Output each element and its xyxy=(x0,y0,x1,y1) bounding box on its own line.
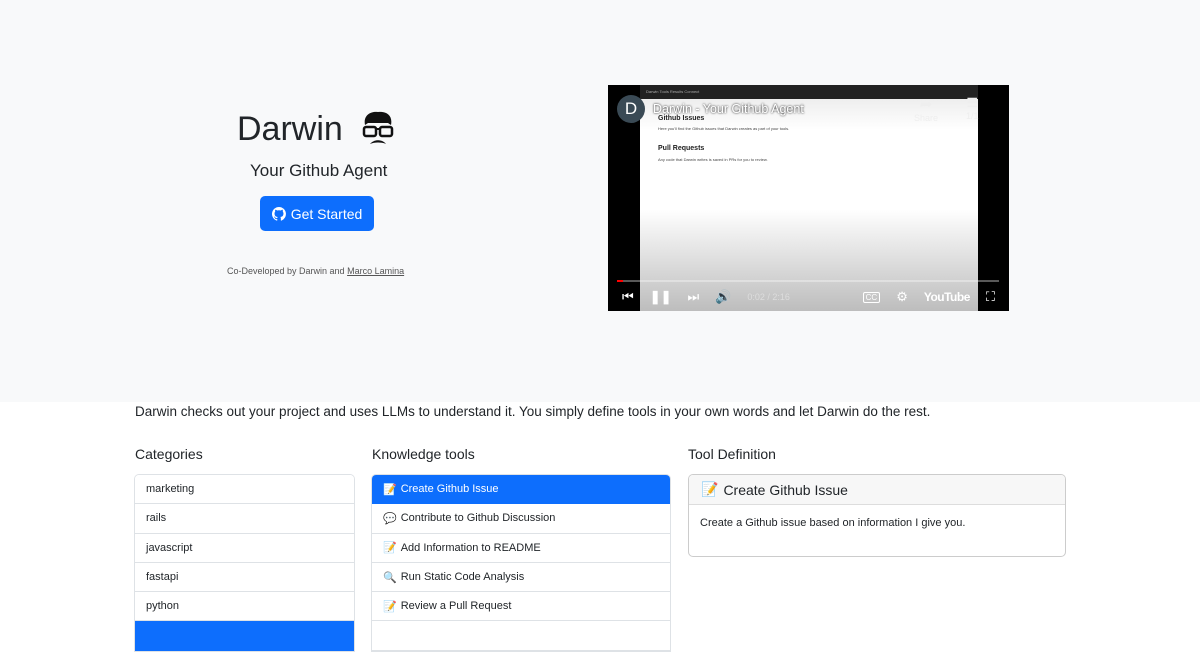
memo-icon: 📝 xyxy=(383,600,397,613)
darwin-logo-icon xyxy=(362,111,394,144)
tool-item[interactable]: 💬 Contribute to Github Discussion xyxy=(372,504,670,534)
speech-bubble-icon: 💬 xyxy=(383,512,397,525)
tool-item[interactable]: 🔍 Run Static Code Analysis xyxy=(372,562,670,593)
youtube-video-player[interactable]: Darwin Tools Results Connect Github Issu… xyxy=(608,85,1009,311)
github-icon xyxy=(271,206,286,221)
category-item[interactable]: javascript xyxy=(135,533,354,563)
settings-icon[interactable]: ⚙ xyxy=(896,289,908,305)
tools-list: 📝 Create Github Issue 💬 Contribute to Gith… xyxy=(371,474,671,652)
channel-avatar[interactable]: D xyxy=(617,95,645,123)
playlist-button[interactable]: ☰ 1/1 xyxy=(966,95,979,121)
share-icon: ➦ xyxy=(919,96,933,113)
marco-lamina-link[interactable]: Marco Lamina xyxy=(347,266,404,276)
description: Darwin checks out your project and uses … xyxy=(135,404,931,419)
tool-item[interactable]: 📝 Add Information to README xyxy=(372,533,670,563)
video-time: 0:02 / 2:16 xyxy=(747,292,790,302)
next-icon[interactable]: ⏭ xyxy=(688,289,700,305)
captions-icon[interactable]: CC xyxy=(862,291,881,303)
fullscreen-icon[interactable]: ⛶ xyxy=(986,289,995,305)
video-section-text: Any code that Darwin writes is saved in … xyxy=(658,157,768,162)
credit-text: Co-Developed by Darwin and Marco Lamina xyxy=(227,266,405,276)
progress-fill xyxy=(617,280,623,282)
pause-icon[interactable]: ❚❚ xyxy=(650,289,672,305)
tool-item[interactable]: 📝 Review a Pull Request xyxy=(372,592,670,622)
category-item[interactable]: fastapi xyxy=(135,562,354,593)
subtitle: Your Github Agent xyxy=(250,161,388,180)
magnifier-icon: 🔍 xyxy=(383,571,397,584)
categories-list: marketing rails javascript fastapi pytho… xyxy=(134,474,355,652)
share-button[interactable]: ➦ Share xyxy=(914,95,938,123)
video-section-text: Here you'll find the Github issues that … xyxy=(658,126,790,131)
memo-icon: 📝 xyxy=(383,483,397,496)
playlist-icon: ☰ xyxy=(966,95,979,110)
definition-heading: Tool Definition xyxy=(688,446,776,462)
video-section-title: Pull Requests xyxy=(658,145,705,152)
categories-heading: Categories xyxy=(135,446,203,462)
memo-icon: 📝 xyxy=(701,481,719,497)
volume-icon[interactable]: 🔊 xyxy=(715,289,731,305)
get-started-button[interactable]: Get Started xyxy=(260,196,374,231)
hero-section: Darwin Your Github Agent Get Started Co-… xyxy=(0,0,1200,402)
category-item[interactable]: rails xyxy=(135,504,354,534)
tool-item-active[interactable]: 📝 Create Github Issue xyxy=(372,475,670,505)
youtube-logo[interactable]: YouTube xyxy=(924,290,971,304)
page-title: Darwin xyxy=(237,110,395,149)
category-item[interactable]: python xyxy=(135,592,354,622)
video-progress-bar[interactable] xyxy=(617,280,999,282)
video-title[interactable]: Darwin - Your Github Agent xyxy=(653,102,804,116)
memo-icon: 📝 xyxy=(383,542,397,555)
tool-definition-card: 📝 Create Github Issue Create a Github iss… xyxy=(688,474,1066,557)
card-title: Create Github Issue xyxy=(723,481,848,498)
card-body: Create a Github issue based on informati… xyxy=(700,517,966,529)
previous-icon[interactable]: ⏮ xyxy=(622,289,634,305)
category-item[interactable]: marketing xyxy=(135,475,354,505)
tools-heading: Knowledge tools xyxy=(372,446,475,462)
